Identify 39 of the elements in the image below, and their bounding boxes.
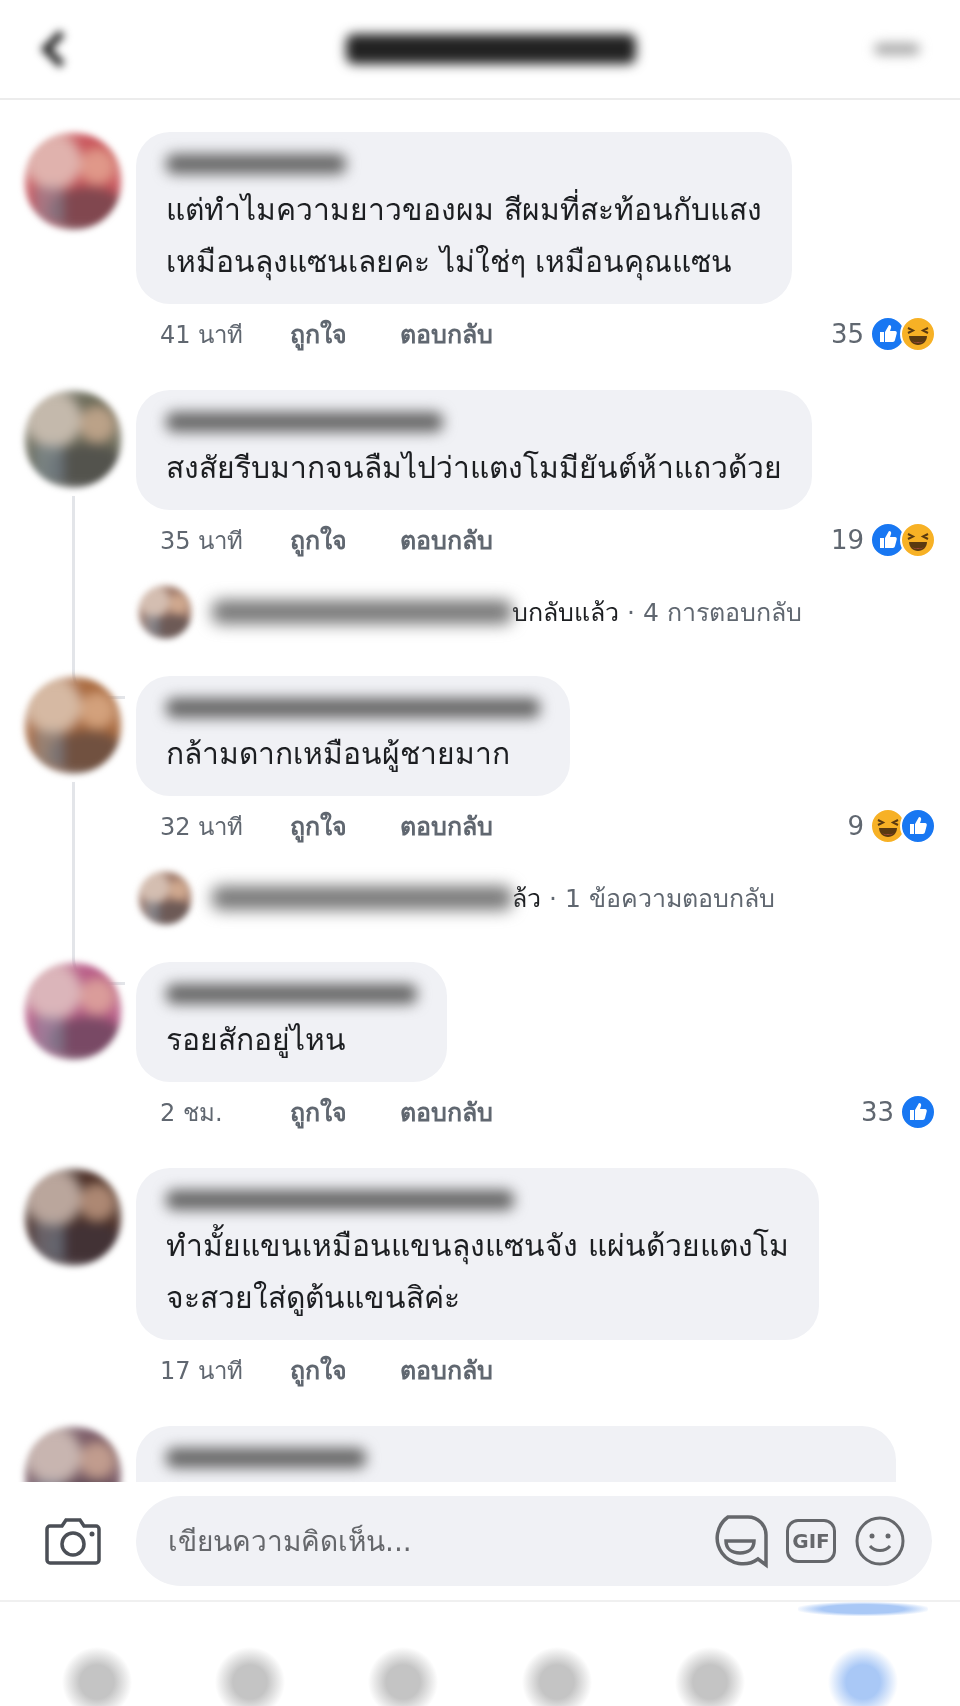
reaction-count: 35 bbox=[830, 319, 864, 349]
more-icon[interactable] bbox=[874, 43, 920, 55]
reply-link[interactable]: ตอบกลับ bbox=[400, 520, 493, 560]
comment-input[interactable]: เขียนความคิดเห็น... GIF bbox=[136, 1496, 932, 1586]
like-link[interactable]: ถูกใจ bbox=[290, 520, 400, 560]
reply-link[interactable]: ตอบกลับ bbox=[400, 1092, 493, 1132]
like-link[interactable]: ถูกใจ bbox=[290, 314, 400, 354]
like-reaction-icon bbox=[900, 808, 936, 844]
comment-time: 35 นาที bbox=[160, 525, 245, 557]
comment-text: แต่ทำไมความยาวของผม สีผมที่สะท้อนกับแสง เหมือนลุงแซนเลยคะ ไม่ใช่ๆ เหมือนคุณแซน bbox=[166, 184, 762, 288]
sticker-icon[interactable] bbox=[714, 1513, 768, 1569]
back-icon[interactable] bbox=[40, 29, 68, 69]
comment-time: 2 ชม. bbox=[160, 1097, 224, 1129]
reply-link[interactable]: ตอบกลับ bbox=[400, 314, 493, 354]
camera-icon[interactable] bbox=[44, 1516, 102, 1566]
laughing-face-icon bbox=[900, 522, 936, 558]
reaction-count: 33 bbox=[860, 1097, 894, 1127]
emoji-icon[interactable] bbox=[854, 1515, 906, 1567]
comment-time: 32 นาที bbox=[160, 811, 245, 843]
like-link[interactable]: ถูกใจ bbox=[290, 806, 400, 846]
comment-time: 41 นาที bbox=[160, 319, 245, 351]
comment-text: สงสัยรีบมากจนลืมไปว่าแตงโมมียันต์ห้าแถวด้วย bbox=[166, 449, 782, 487]
replied-text: ล้ว bbox=[512, 883, 541, 915]
comment-text: รอยสักอยู่ไหน bbox=[166, 1021, 347, 1060]
comment-time: 17 นาที bbox=[160, 1355, 245, 1387]
reply-link[interactable]: ตอบกลับ bbox=[400, 806, 493, 846]
reaction-count: 9 bbox=[847, 811, 864, 841]
replied-text: บกลับแล้ว bbox=[512, 597, 619, 629]
like-link[interactable]: ถูกใจ bbox=[290, 1350, 400, 1390]
view-replies-link[interactable]: · 4 การตอบกลับ bbox=[627, 592, 802, 632]
laughing-face-icon bbox=[900, 316, 936, 352]
gif-button[interactable]: GIF bbox=[786, 1519, 836, 1563]
comment-text: ทำมั้ยแขนเหมือนแขนลุงแซนจัง แผ่นด้วยแตงโม จะสวยใส่ดูต้นแขนสิค่ะ bbox=[166, 1220, 789, 1324]
like-reaction-icon bbox=[900, 1094, 936, 1130]
comment-text: กล้ามดากเหมือนผู้ชายมาก bbox=[166, 735, 511, 774]
reaction-count: 19 bbox=[830, 525, 864, 555]
view-replies-link[interactable]: · 1 ข้อความตอบกลับ bbox=[549, 878, 775, 918]
like-link[interactable]: ถูกใจ bbox=[290, 1092, 400, 1132]
reply-link[interactable]: ตอบกลับ bbox=[400, 1350, 493, 1390]
